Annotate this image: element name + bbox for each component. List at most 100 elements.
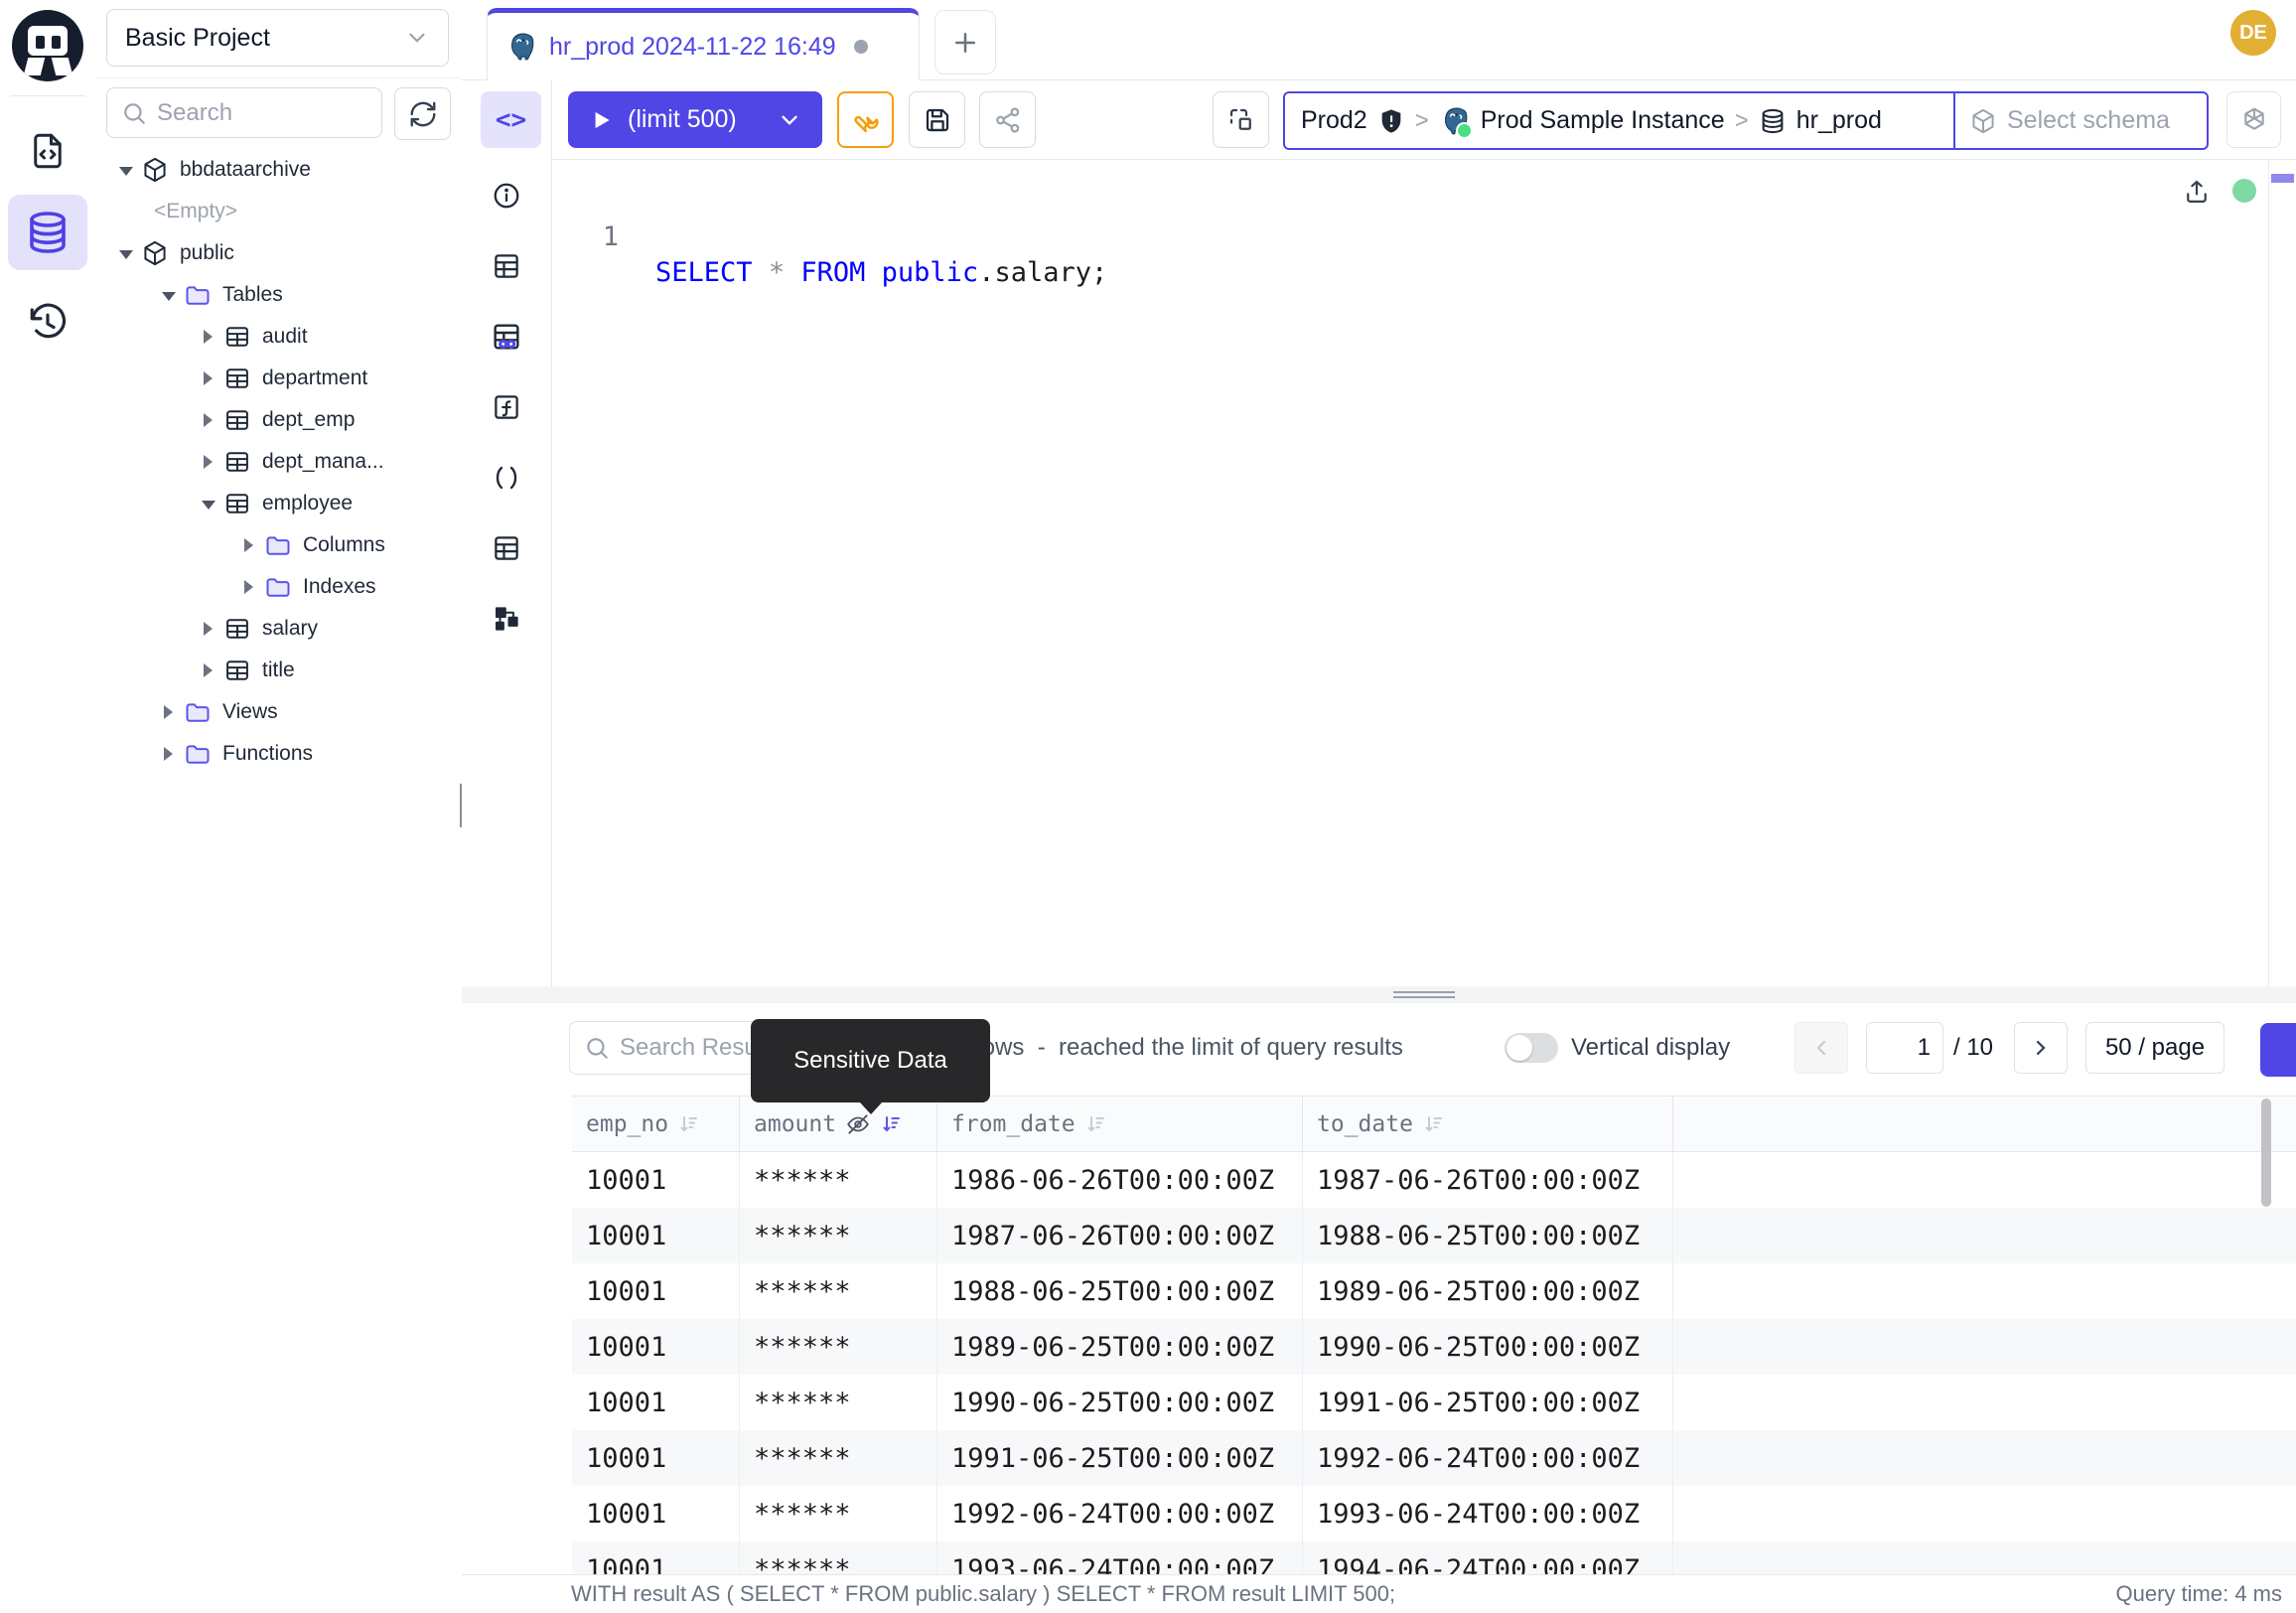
caret-icon[interactable] — [119, 164, 131, 176]
cell-amount-masked[interactable]: ****** — [740, 1263, 937, 1319]
cell-emp-no[interactable]: 10001 — [572, 1375, 740, 1430]
refresh-button[interactable] — [394, 87, 451, 140]
cell-from-date[interactable]: 1991-06-25T00:00:00Z — [937, 1430, 1303, 1486]
tree-node[interactable]: Functions — [95, 733, 462, 775]
table-row[interactable]: 10001 ****** 1989-06-25T00:00:00Z 1990-0… — [572, 1319, 2296, 1375]
tree-node[interactable]: department — [95, 358, 462, 399]
run-query-button[interactable]: (limit 500) — [568, 91, 822, 148]
cell-from-date[interactable]: 1993-06-24T00:00:00Z — [937, 1541, 1303, 1574]
sort-icon[interactable] — [1422, 1112, 1446, 1136]
tree-node[interactable]: dept_emp — [95, 399, 462, 441]
page-size-select[interactable]: 50 / page — [2085, 1022, 2224, 1074]
vertical-display-toggle[interactable] — [1505, 1033, 1558, 1063]
cell-from-date[interactable]: 1990-06-25T00:00:00Z — [937, 1375, 1303, 1430]
caret-icon[interactable] — [119, 247, 131, 259]
tree-node[interactable]: dept_mana... — [95, 441, 462, 483]
cell-from-date[interactable]: 1989-06-25T00:00:00Z — [937, 1319, 1303, 1375]
tree-node[interactable]: salary — [95, 608, 462, 650]
caret-icon[interactable] — [242, 539, 254, 551]
tree-node[interactable]: Views — [95, 691, 462, 733]
table-data-icon[interactable] — [462, 513, 551, 583]
cell-emp-no[interactable]: 10001 — [572, 1541, 740, 1574]
add-tab-button[interactable] — [934, 10, 996, 74]
cell-to-date[interactable]: 1993-06-24T00:00:00Z — [1303, 1486, 1673, 1541]
cell-from-date[interactable]: 1986-06-26T00:00:00Z — [937, 1152, 1303, 1208]
chevron-down-icon[interactable] — [777, 107, 802, 133]
previous-page-button[interactable] — [1794, 1022, 1848, 1074]
cell-emp-no[interactable]: 10001 — [572, 1486, 740, 1541]
column-header-emp-no[interactable]: emp_no — [572, 1097, 740, 1151]
code-line[interactable]: 1 SELECT * FROM public.salary; — [462, 184, 2296, 220]
avatar[interactable]: DE — [2230, 10, 2276, 56]
project-selector[interactable]: Basic Project — [106, 9, 449, 67]
caret-icon[interactable] — [162, 748, 174, 760]
caret-icon[interactable] — [202, 456, 214, 468]
cell-emp-no[interactable]: 10001 — [572, 1263, 740, 1319]
worksheet-icon[interactable] — [8, 113, 87, 189]
caret-icon[interactable] — [202, 623, 214, 635]
cell-amount-masked[interactable]: ****** — [740, 1152, 937, 1208]
search-input[interactable]: Search — [106, 87, 382, 138]
export-button[interactable] — [2260, 1023, 2296, 1077]
sort-icon[interactable] — [677, 1112, 701, 1136]
ai-assistant-button[interactable] — [2226, 91, 2281, 148]
schema-selector[interactable]: Select schema — [1953, 93, 2207, 148]
batch-mode-button[interactable] — [1213, 91, 1269, 148]
connection-breadcrumb[interactable]: Prod2 > Prod Sample Instance > — [1285, 93, 1953, 148]
tab-active-worksheet[interactable]: hr_prod 2024-11-22 16:49 — [487, 8, 920, 80]
function-icon[interactable] — [462, 371, 551, 442]
table-row[interactable]: 10001 ****** 1991-06-25T00:00:00Z 1992-0… — [572, 1430, 2296, 1486]
table-row[interactable]: 10001 ****** 1992-06-24T00:00:00Z 1993-0… — [572, 1486, 2296, 1541]
cell-to-date[interactable]: 1990-06-25T00:00:00Z — [1303, 1319, 1673, 1375]
cell-to-date[interactable]: 1991-06-25T00:00:00Z — [1303, 1375, 1673, 1430]
cell-to-date[interactable]: 1988-06-25T00:00:00Z — [1303, 1208, 1673, 1263]
tree-node[interactable]: bbdataarchive — [95, 149, 462, 191]
table-row[interactable]: 10001 ****** 1986-06-26T00:00:00Z 1987-0… — [572, 1152, 2296, 1208]
caret-icon[interactable] — [162, 706, 174, 718]
upload-icon[interactable] — [2183, 178, 2211, 206]
caret-icon[interactable] — [202, 331, 214, 343]
cell-amount-masked[interactable]: ****** — [740, 1541, 937, 1574]
cell-from-date[interactable]: 1992-06-24T00:00:00Z — [937, 1486, 1303, 1541]
cell-from-date[interactable]: 1987-06-26T00:00:00Z — [937, 1208, 1303, 1263]
schema-diagram-icon[interactable] — [462, 583, 551, 654]
cell-amount-masked[interactable]: ****** — [740, 1208, 937, 1263]
tree-node[interactable]: <Empty> — [95, 191, 462, 232]
table-row[interactable]: 10001 ****** 1993-06-24T00:00:00Z 1994-0… — [572, 1541, 2296, 1574]
tree-node[interactable]: audit — [95, 316, 462, 358]
history-icon[interactable] — [8, 286, 87, 362]
cell-amount-masked[interactable]: ****** — [740, 1430, 937, 1486]
code-panel-button[interactable]: <> — [481, 91, 541, 148]
column-header-amount[interactable]: amount — [740, 1097, 937, 1151]
cell-emp-no[interactable]: 10001 — [572, 1208, 740, 1263]
caret-icon[interactable] — [202, 664, 214, 676]
caret-icon[interactable] — [202, 414, 214, 426]
tree-node[interactable]: Columns — [95, 524, 462, 566]
save-button[interactable] — [909, 91, 965, 148]
parentheses-icon[interactable] — [462, 442, 551, 513]
cell-emp-no[interactable]: 10001 — [572, 1152, 740, 1208]
cell-amount-masked[interactable]: ****** — [740, 1375, 937, 1430]
cell-from-date[interactable]: 1988-06-25T00:00:00Z — [937, 1263, 1303, 1319]
tree-node[interactable]: public — [95, 232, 462, 274]
sql-code-editor[interactable]: 1 SELECT * FROM public.salary; — [462, 160, 2296, 986]
cell-emp-no[interactable]: 10001 — [572, 1430, 740, 1486]
cell-emp-no[interactable]: 10001 — [572, 1319, 740, 1375]
table-row[interactable]: 10001 ****** 1988-06-25T00:00:00Z 1989-0… — [572, 1263, 2296, 1319]
cell-to-date[interactable]: 1989-06-25T00:00:00Z — [1303, 1263, 1673, 1319]
cell-amount-masked[interactable]: ****** — [740, 1319, 937, 1375]
caret-icon[interactable] — [202, 372, 214, 384]
tree-node[interactable]: title — [95, 650, 462, 691]
tree-node[interactable]: employee — [95, 483, 462, 524]
table-row[interactable]: 10001 ****** 1987-06-26T00:00:00Z 1988-0… — [572, 1208, 2296, 1263]
editor-overview-ruler[interactable] — [2268, 160, 2269, 986]
column-header-from-date[interactable]: from_date — [937, 1097, 1303, 1151]
sort-icon[interactable] — [1084, 1112, 1108, 1136]
panel-splitter[interactable] — [462, 986, 2296, 1003]
cell-to-date[interactable]: 1994-06-24T00:00:00Z — [1303, 1541, 1673, 1574]
share-button[interactable] — [979, 91, 1036, 148]
cell-to-date[interactable]: 1987-06-26T00:00:00Z — [1303, 1152, 1673, 1208]
sort-icon-active[interactable] — [880, 1112, 904, 1136]
format-sql-button[interactable] — [837, 91, 894, 148]
cell-to-date[interactable]: 1992-06-24T00:00:00Z — [1303, 1430, 1673, 1486]
